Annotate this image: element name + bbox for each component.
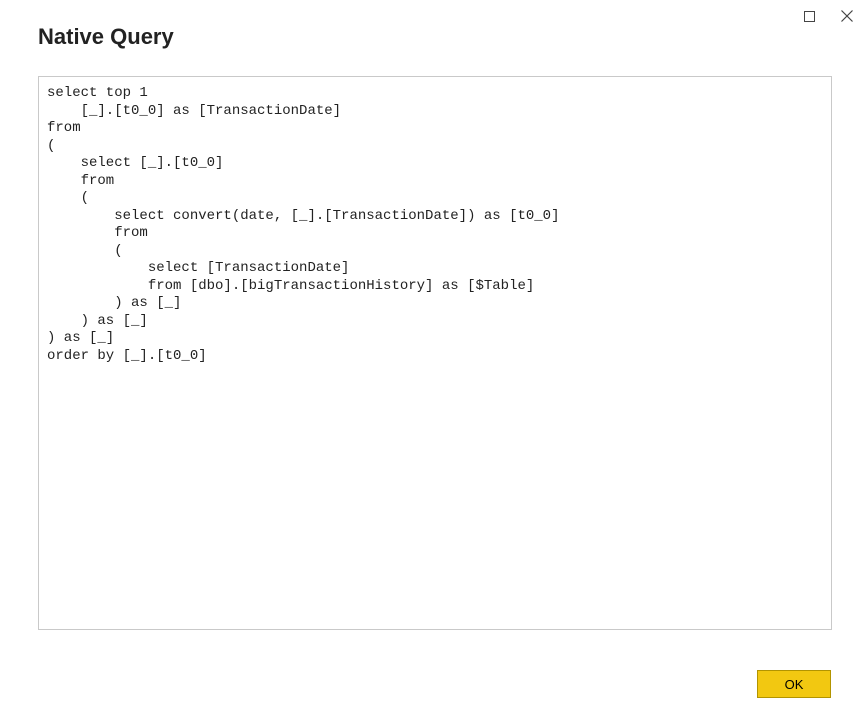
footer: OK [757, 670, 831, 698]
dialog-title: Native Query [38, 24, 174, 50]
close-button[interactable] [833, 4, 861, 28]
maximize-button[interactable] [795, 4, 823, 28]
query-box: select top 1 [_].[t0_0] as [TransactionD… [38, 76, 832, 630]
ok-button[interactable]: OK [757, 670, 831, 698]
query-text: select top 1 [_].[t0_0] as [TransactionD… [47, 85, 823, 365]
close-icon [841, 10, 853, 22]
maximize-icon [804, 11, 815, 22]
titlebar [795, 4, 861, 28]
